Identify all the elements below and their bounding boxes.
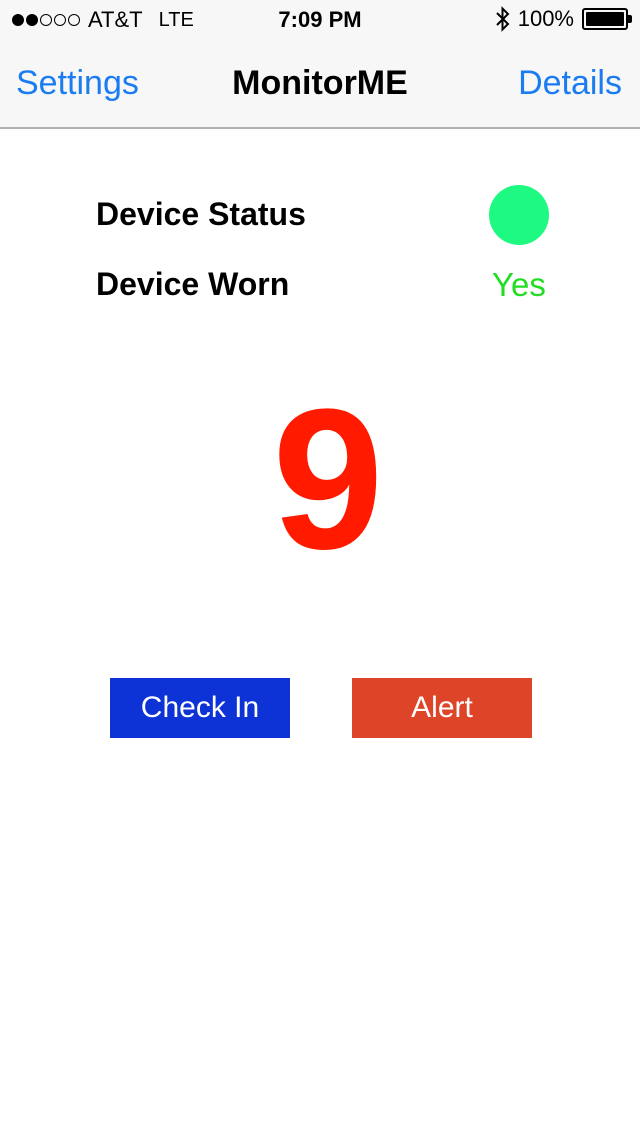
- status-bar-right: 100%: [494, 6, 632, 32]
- device-status-indicator: [489, 185, 549, 245]
- details-button[interactable]: Details: [518, 64, 622, 103]
- device-worn-label: Device Worn: [96, 266, 290, 302]
- top-bar: AT&T LTE 7:09 PM 100% Settings MonitorME…: [0, 0, 640, 129]
- device-worn-value: Yes: [492, 266, 546, 303]
- bluetooth-icon: [496, 6, 510, 32]
- battery-icon: [582, 8, 632, 30]
- status-bar: AT&T LTE 7:09 PM 100%: [0, 0, 640, 40]
- device-status-label: Device Status: [96, 196, 306, 232]
- check-in-button[interactable]: Check In: [110, 678, 290, 738]
- navigation-bar: Settings MonitorME Details: [0, 40, 640, 128]
- counter-value: 9: [272, 368, 384, 591]
- battery-percent: 100%: [517, 6, 574, 31]
- alert-button[interactable]: Alert: [352, 678, 532, 738]
- battery-level-fill: [586, 12, 624, 26]
